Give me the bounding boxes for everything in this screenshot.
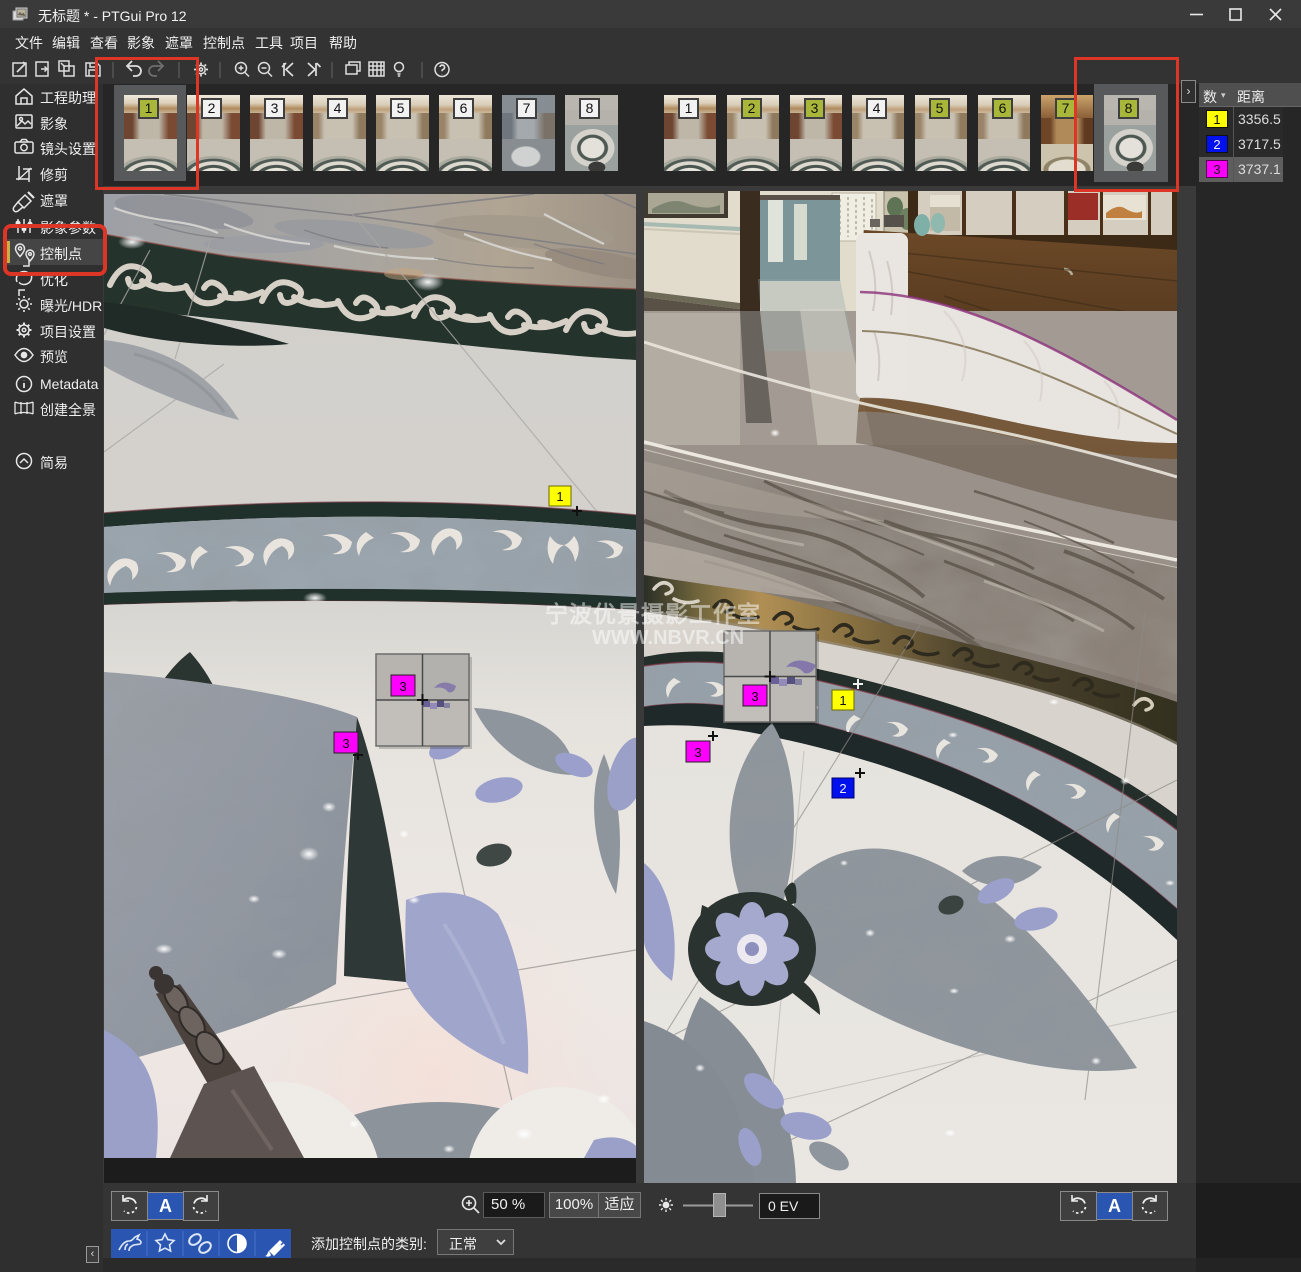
svg-text:3: 3 — [399, 679, 406, 694]
svg-text:1: 1 — [839, 693, 846, 708]
svg-text:1: 1 — [556, 489, 563, 504]
svg-text:2: 2 — [839, 781, 846, 796]
svg-text:3: 3 — [342, 736, 349, 751]
svg-text:3: 3 — [751, 689, 758, 704]
svg-text:3: 3 — [694, 745, 701, 760]
